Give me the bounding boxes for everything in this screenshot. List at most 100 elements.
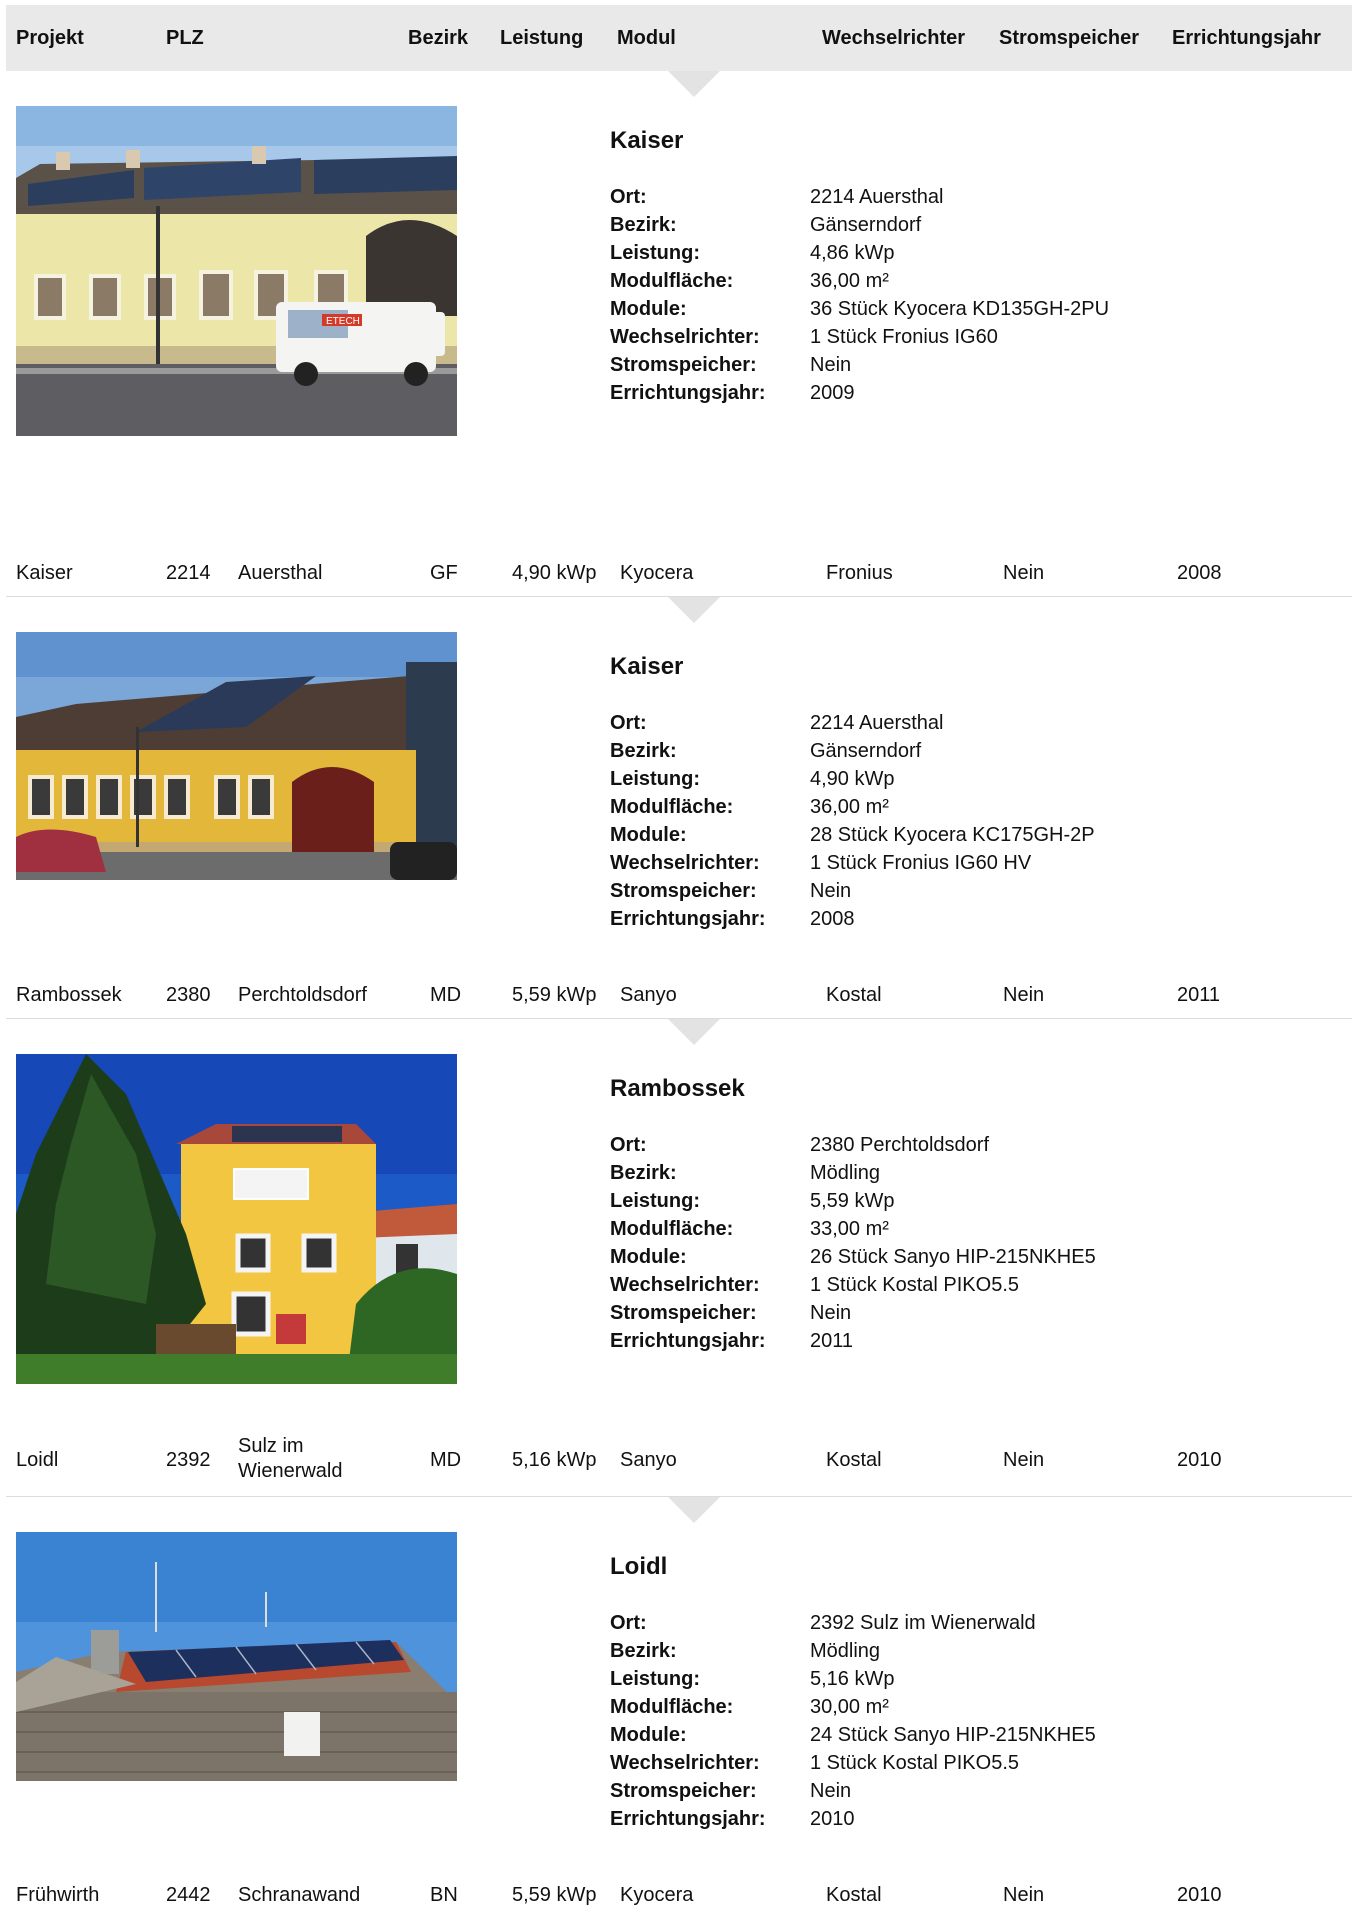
value-ort: 2214 Auersthal — [810, 712, 944, 734]
cell-ort: Auersthal — [238, 562, 323, 584]
value-errichtungsjahr: 2010 — [810, 1808, 855, 1830]
table-row[interactable]: Loidl 2392 Sulz im Wienerwald MD 5,16 kW… — [6, 1420, 1352, 1497]
label-module: Module: — [610, 1246, 687, 1268]
cell-leistung: 4,90 kWp — [512, 562, 597, 584]
cell-projekt: Loidl — [16, 1449, 59, 1471]
label-wechselrichter: Wechselrichter: — [610, 1274, 760, 1296]
value-ort: 2214 Auersthal — [810, 186, 944, 208]
value-bezirk: Gänserndorf — [810, 214, 922, 236]
van-logo-text: ETECH — [326, 316, 360, 327]
value-leistung: 5,59 kWp — [810, 1190, 895, 1212]
detail-rambossek: Rambossek Ort: 2380 Perchtoldsdorf Bezirk… — [610, 1075, 1096, 1355]
cell-jahr: 2010 — [1177, 1884, 1222, 1906]
value-bezirk: Gänserndorf — [810, 740, 922, 762]
cell-projekt: Rambossek — [16, 984, 122, 1006]
label-module: Module: — [610, 824, 687, 846]
detail-title: Kaiser — [610, 127, 684, 154]
expand-pointer — [668, 597, 720, 623]
label-module: Module: — [610, 1724, 687, 1746]
cell-stromspeicher: Nein — [1003, 562, 1045, 584]
detail-title: Loidl — [610, 1553, 668, 1580]
label-modulflaeche: Modulfläche: — [610, 1696, 734, 1718]
cell-stromspeicher: Nein — [1003, 984, 1045, 1006]
label-ort: Ort: — [610, 1134, 647, 1156]
value-ort: 2380 Perchtoldsdorf — [810, 1134, 990, 1156]
label-wechselrichter: Wechselrichter: — [610, 1752, 760, 1774]
value-leistung: 4,86 kWp — [810, 242, 895, 264]
table-row[interactable]: Frühwirth 2442 Schranawand BN 5,59 kWp K… — [6, 1868, 1352, 1913]
cell-jahr: 2011 — [1177, 984, 1221, 1006]
header-projekt[interactable]: Projekt — [16, 5, 84, 71]
value-module: 24 Stück Sanyo HIP-215NKHE5 — [810, 1724, 1096, 1746]
expand-pointer — [668, 1019, 720, 1045]
table-header: Projekt PLZ Bezirk Leistung Modul Wechse… — [6, 5, 1352, 71]
label-wechselrichter: Wechselrichter: — [610, 326, 760, 348]
label-stromspeicher: Stromspeicher: — [610, 1302, 757, 1324]
project-photo-loidl — [16, 1532, 457, 1781]
value-leistung: 4,90 kWp — [810, 768, 895, 790]
label-bezirk: Bezirk: — [610, 740, 677, 762]
cell-leistung: 5,59 kWp — [512, 1884, 597, 1906]
label-bezirk: Bezirk: — [610, 214, 677, 236]
detail-loidl: Loidl Ort: 2392 Sulz im Wienerwald Bezirk… — [610, 1553, 1096, 1833]
header-bezirk[interactable]: Bezirk — [408, 5, 468, 71]
project-photo-kaiser-2009: ETECH — [16, 106, 457, 436]
header-errichtungsjahr[interactable]: Errichtungsjahr — [1172, 5, 1321, 71]
cell-wechselrichter: Kostal — [826, 1884, 882, 1906]
header-leistung[interactable]: Leistung — [500, 5, 583, 71]
cell-modul: Kyocera — [620, 1884, 694, 1906]
value-errichtungsjahr: 2009 — [810, 382, 855, 404]
cell-leistung: 5,16 kWp — [512, 1449, 597, 1471]
value-wechselrichter: 1 Stück Kostal PIKO5.5 — [810, 1274, 1019, 1296]
detail-title: Rambossek — [610, 1075, 745, 1102]
cell-plz: 2214 — [166, 562, 211, 584]
expand-pointer — [668, 1497, 720, 1523]
cell-jahr: 2008 — [1177, 562, 1222, 584]
cell-bezirk: GF — [430, 562, 458, 584]
table-row[interactable]: Kaiser 2214 Auersthal GF 4,90 kWp Kyocer… — [6, 546, 1352, 597]
header-modul[interactable]: Modul — [617, 5, 676, 71]
label-bezirk: Bezirk: — [610, 1640, 677, 1662]
value-wechselrichter: 1 Stück Fronius IG60 — [810, 326, 998, 348]
value-module: 28 Stück Kyocera KC175GH-2P — [810, 824, 1095, 846]
cell-projekt: Frühwirth — [16, 1884, 100, 1906]
label-stromspeicher: Stromspeicher: — [610, 354, 757, 376]
cell-stromspeicher: Nein — [1003, 1884, 1045, 1906]
table-row[interactable]: Rambossek 2380 Perchtoldsdorf MD 5,59 kW… — [6, 968, 1352, 1019]
cell-bezirk: MD — [430, 1449, 462, 1471]
value-wechselrichter: 1 Stück Kostal PIKO5.5 — [810, 1752, 1019, 1774]
value-ort: 2392 Sulz im Wienerwald — [810, 1612, 1036, 1634]
header-plz[interactable]: PLZ — [166, 5, 204, 71]
cell-ort: Schranawand — [238, 1884, 361, 1906]
header-stromspeicher[interactable]: Stromspeicher — [999, 5, 1139, 71]
label-leistung: Leistung: — [610, 768, 700, 790]
cell-bezirk: BN — [430, 1884, 458, 1906]
cell-plz: 2392 — [166, 1449, 211, 1471]
value-leistung: 5,16 kWp — [810, 1668, 895, 1690]
cell-wechselrichter: Fronius — [826, 562, 893, 584]
project-photo-rambossek — [16, 1054, 457, 1384]
value-modulflaeche: 36,00 m² — [810, 796, 889, 818]
label-stromspeicher: Stromspeicher: — [610, 1780, 757, 1802]
detail-kaiser-2009: Kaiser Ort: 2214 Auersthal Bezirk: Gänsern… — [610, 127, 1109, 407]
value-errichtungsjahr: 2008 — [810, 908, 855, 930]
cell-projekt: Kaiser — [16, 562, 73, 584]
label-ort: Ort: — [610, 186, 647, 208]
value-stromspeicher: Nein — [810, 1302, 852, 1324]
value-wechselrichter: 1 Stück Fronius IG60 HV — [810, 852, 1032, 874]
value-bezirk: Mödling — [810, 1640, 881, 1662]
value-stromspeicher: Nein — [810, 354, 852, 376]
cell-wechselrichter: Kostal — [826, 1449, 882, 1471]
label-modulflaeche: Modulfläche: — [610, 1218, 734, 1240]
project-list-page: Projekt PLZ Bezirk Leistung Modul Wechse… — [0, 0, 1353, 1913]
label-leistung: Leistung: — [610, 1190, 700, 1212]
cell-ort: Perchtoldsdorf — [238, 984, 367, 1006]
label-leistung: Leistung: — [610, 1668, 700, 1690]
value-modulflaeche: 36,00 m² — [810, 270, 889, 292]
label-errichtungsjahr: Errichtungsjahr: — [610, 908, 766, 930]
value-modulflaeche: 30,00 m² — [810, 1696, 889, 1718]
value-stromspeicher: Nein — [810, 1780, 852, 1802]
header-wechselrichter[interactable]: Wechselrichter — [822, 5, 965, 71]
cell-jahr: 2010 — [1177, 1449, 1222, 1471]
cell-leistung: 5,59 kWp — [512, 984, 597, 1006]
